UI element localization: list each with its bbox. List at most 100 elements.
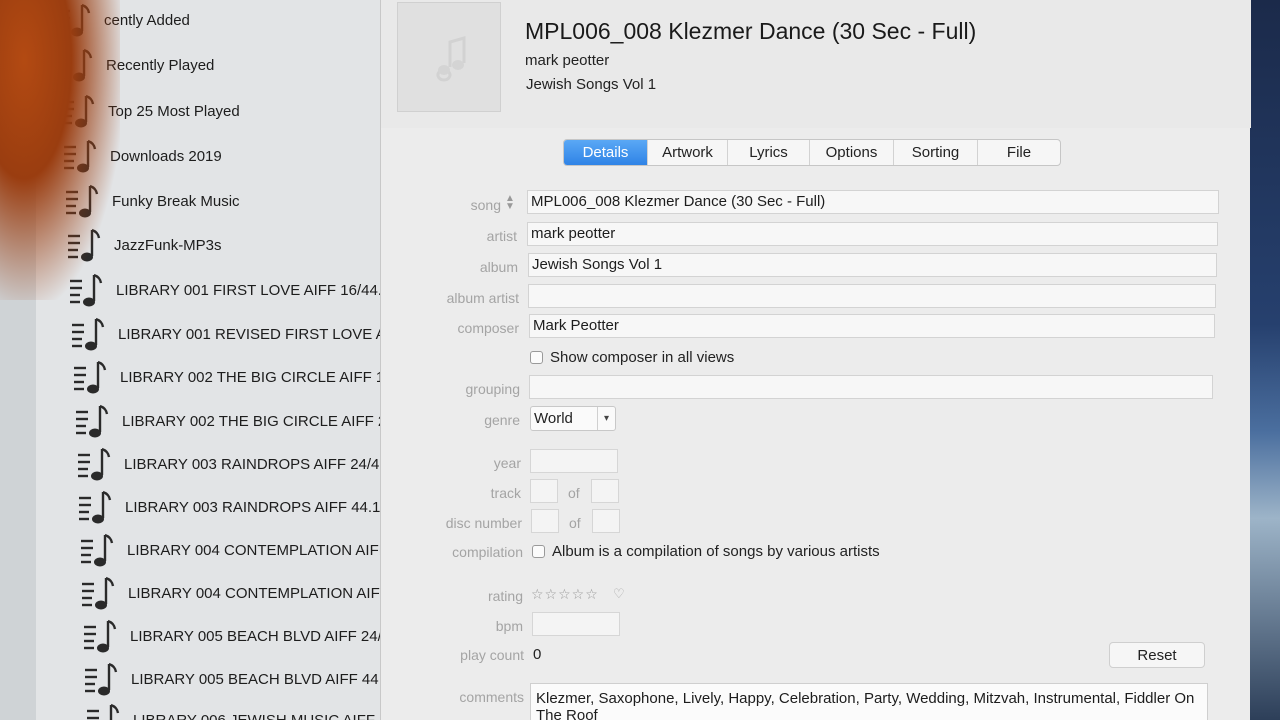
sidebar-item-label: LIBRARY 001 FIRST LOVE AIFF 16/44.1 [116,281,391,299]
music-note-playlist-icon [80,574,116,612]
music-note-playlist-icon [83,660,119,698]
gear-playlist-icon [56,1,92,39]
music-note-playlist-icon [76,445,112,483]
composer-field[interactable]: Mark Peotter [529,314,1215,338]
year-label: year [493,455,521,471]
track-total-field[interactable] [591,479,619,503]
sidebar-item-playlist[interactable]: JazzFunk-MP3s [66,225,222,265]
show-composer-label: Show composer in all views [550,349,735,366]
album-field[interactable]: Jewish Songs Vol 1 [528,253,1217,277]
tab-options[interactable]: Options [810,140,894,165]
rating-stars[interactable]: ☆☆☆☆☆ [531,586,599,603]
sidebar-playlists: cently Added Recently Played Top 25 Most P… [36,0,392,720]
comments-label: comments [459,689,524,705]
disc-total-field[interactable] [592,509,620,533]
music-note-playlist-icon [77,488,113,526]
sidebar-item-playlist[interactable]: LIBRARY 005 BEACH BLVD AIFF 44.1 [83,659,391,699]
sidebar-item-playlist[interactable]: Funky Break Music [64,181,240,221]
info-header: MPL006_008 Klezmer Dance (30 Sec - Full)… [381,0,1251,128]
sidebar-item-label: LIBRARY 002 THE BIG CIRCLE AIFF 16/4 [120,368,392,386]
rating-label: rating [487,588,523,604]
sidebar-item-playlist[interactable]: Downloads 2019 [62,136,222,176]
album-artist-field[interactable] [528,284,1216,308]
tab-sorting[interactable]: Sorting [894,140,978,165]
sort-toggle-icon[interactable]: ▲ ▼ [505,194,515,212]
music-note-playlist-icon [79,531,115,569]
reset-play-count-button[interactable]: Reset [1109,642,1205,668]
sidebar-item-label: Recently Played [106,56,215,74]
tab-bar: Details Artwork Lyrics Options Sorting F… [563,139,1061,166]
sidebar-item-playlist[interactable]: LIBRARY 003 RAINDROPS AIFF 24/48 [76,444,388,484]
desktop-background [1250,0,1280,720]
disc-of-label: of [569,515,581,531]
music-note-playlist-icon [62,137,98,175]
song-album: Jewish Songs Vol 1 [526,76,657,93]
sidebar-item-label: LIBRARY 003 RAINDROPS AIFF 44.1 [125,498,381,516]
chevron-down-icon: ▾ [597,407,615,430]
tab-file[interactable]: File [978,140,1060,165]
tab-lyrics[interactable]: Lyrics [728,140,810,165]
disc-number-field[interactable] [531,509,559,533]
song-title: MPL006_008 Klezmer Dance (30 Sec - Full) [525,18,977,44]
show-composer-checkbox[interactable] [530,351,543,364]
song-label: song [470,197,501,213]
sidebar-item-label: LIBRARY 001 REVISED FIRST LOVE AIFF [118,325,392,343]
sidebar-item-playlist[interactable]: LIBRARY 005 BEACH BLVD AIFF 24/48 [82,616,392,656]
bpm-label: bpm [495,618,523,634]
album-artist-label: album artist [446,290,519,306]
sidebar-item-label: cently Added [104,11,190,29]
grouping-field[interactable] [529,375,1213,399]
comments-field[interactable]: Klezmer, Saxophone, Lively, Happy, Celeb… [530,683,1208,720]
grouping-label: grouping [465,381,521,397]
genre-label: genre [484,412,520,428]
sidebar-item-label: LIBRARY 003 RAINDROPS AIFF 24/48 [124,455,388,473]
sidebar-item-label: LIBRARY 004 CONTEMPLATION AIFF 44 [128,584,392,602]
track-of-label: of [568,485,580,501]
sidebar-item-label: LIBRARY 006 JEWISH MUSIC AIFF 24/4 [133,711,392,720]
sidebar-item-playlist[interactable]: LIBRARY 004 CONTEMPLATION AIFF 24 [79,530,392,570]
composer-label: composer [457,320,519,336]
sidebar-item-playlist[interactable]: LIBRARY 003 RAINDROPS AIFF 44.1 [77,487,380,527]
gear-playlist-icon [60,92,96,130]
track-label: track [490,485,521,501]
artist-label: artist [486,228,517,244]
sidebar-item-playlist[interactable]: cently Added [56,0,190,40]
play-count-value: 0 [533,646,542,663]
sidebar-item-playlist[interactable]: Recently Played [58,45,214,85]
music-note-playlist-icon [68,271,104,309]
heart-icon[interactable]: ♡ [613,586,625,602]
sidebar-item-label: Funky Break Music [112,192,240,210]
play-count-label: play count [460,647,524,663]
music-note-playlist-icon [74,402,110,440]
year-field[interactable] [530,449,618,473]
music-note-playlist-icon [85,701,121,720]
sidebar-item-playlist[interactable]: LIBRARY 004 CONTEMPLATION AIFF 44 [80,573,392,613]
music-note-playlist-icon [82,617,118,655]
tab-artwork[interactable]: Artwork [648,140,728,165]
sidebar-item-label: LIBRARY 005 BEACH BLVD AIFF 44.1 [131,670,392,688]
sidebar-item-playlist[interactable]: Top 25 Most Played [60,91,240,131]
gear-playlist-icon [58,46,94,84]
sidebar-item-label: LIBRARY 005 BEACH BLVD AIFF 24/48 [130,627,392,645]
sidebar-item-playlist[interactable]: LIBRARY 001 REVISED FIRST LOVE AIFF [70,314,392,354]
genre-select[interactable]: World ▾ [530,406,616,431]
bpm-field[interactable] [532,612,620,636]
artist-field[interactable]: mark peotter [527,222,1218,246]
song-info-panel: MPL006_008 Klezmer Dance (30 Sec - Full)… [380,0,1251,720]
album-label: album [479,259,518,275]
disc-number-label: disc number [445,515,522,531]
sidebar-item-playlist[interactable]: LIBRARY 001 FIRST LOVE AIFF 16/44.1 [68,270,390,310]
music-note-playlist-icon [64,182,100,220]
sidebar-item-playlist[interactable]: LIBRARY 006 JEWISH MUSIC AIFF 24/4 [85,700,392,720]
sidebar-item-label: Downloads 2019 [110,147,222,165]
album-artwork[interactable] [397,2,501,112]
compilation-checkbox[interactable] [532,545,545,558]
song-field[interactable]: MPL006_008 Klezmer Dance (30 Sec - Full) [527,190,1219,214]
sidebar-item-playlist[interactable]: LIBRARY 002 THE BIG CIRCLE AIFF 24/4 [74,401,392,441]
sidebar-item-label: JazzFunk-MP3s [114,236,222,254]
track-number-field[interactable] [530,479,558,503]
compilation-label: compilation [452,544,523,560]
tab-details[interactable]: Details [564,140,648,165]
sidebar-item-playlist[interactable]: LIBRARY 002 THE BIG CIRCLE AIFF 16/4 [72,357,392,397]
genre-value: World [534,410,573,427]
